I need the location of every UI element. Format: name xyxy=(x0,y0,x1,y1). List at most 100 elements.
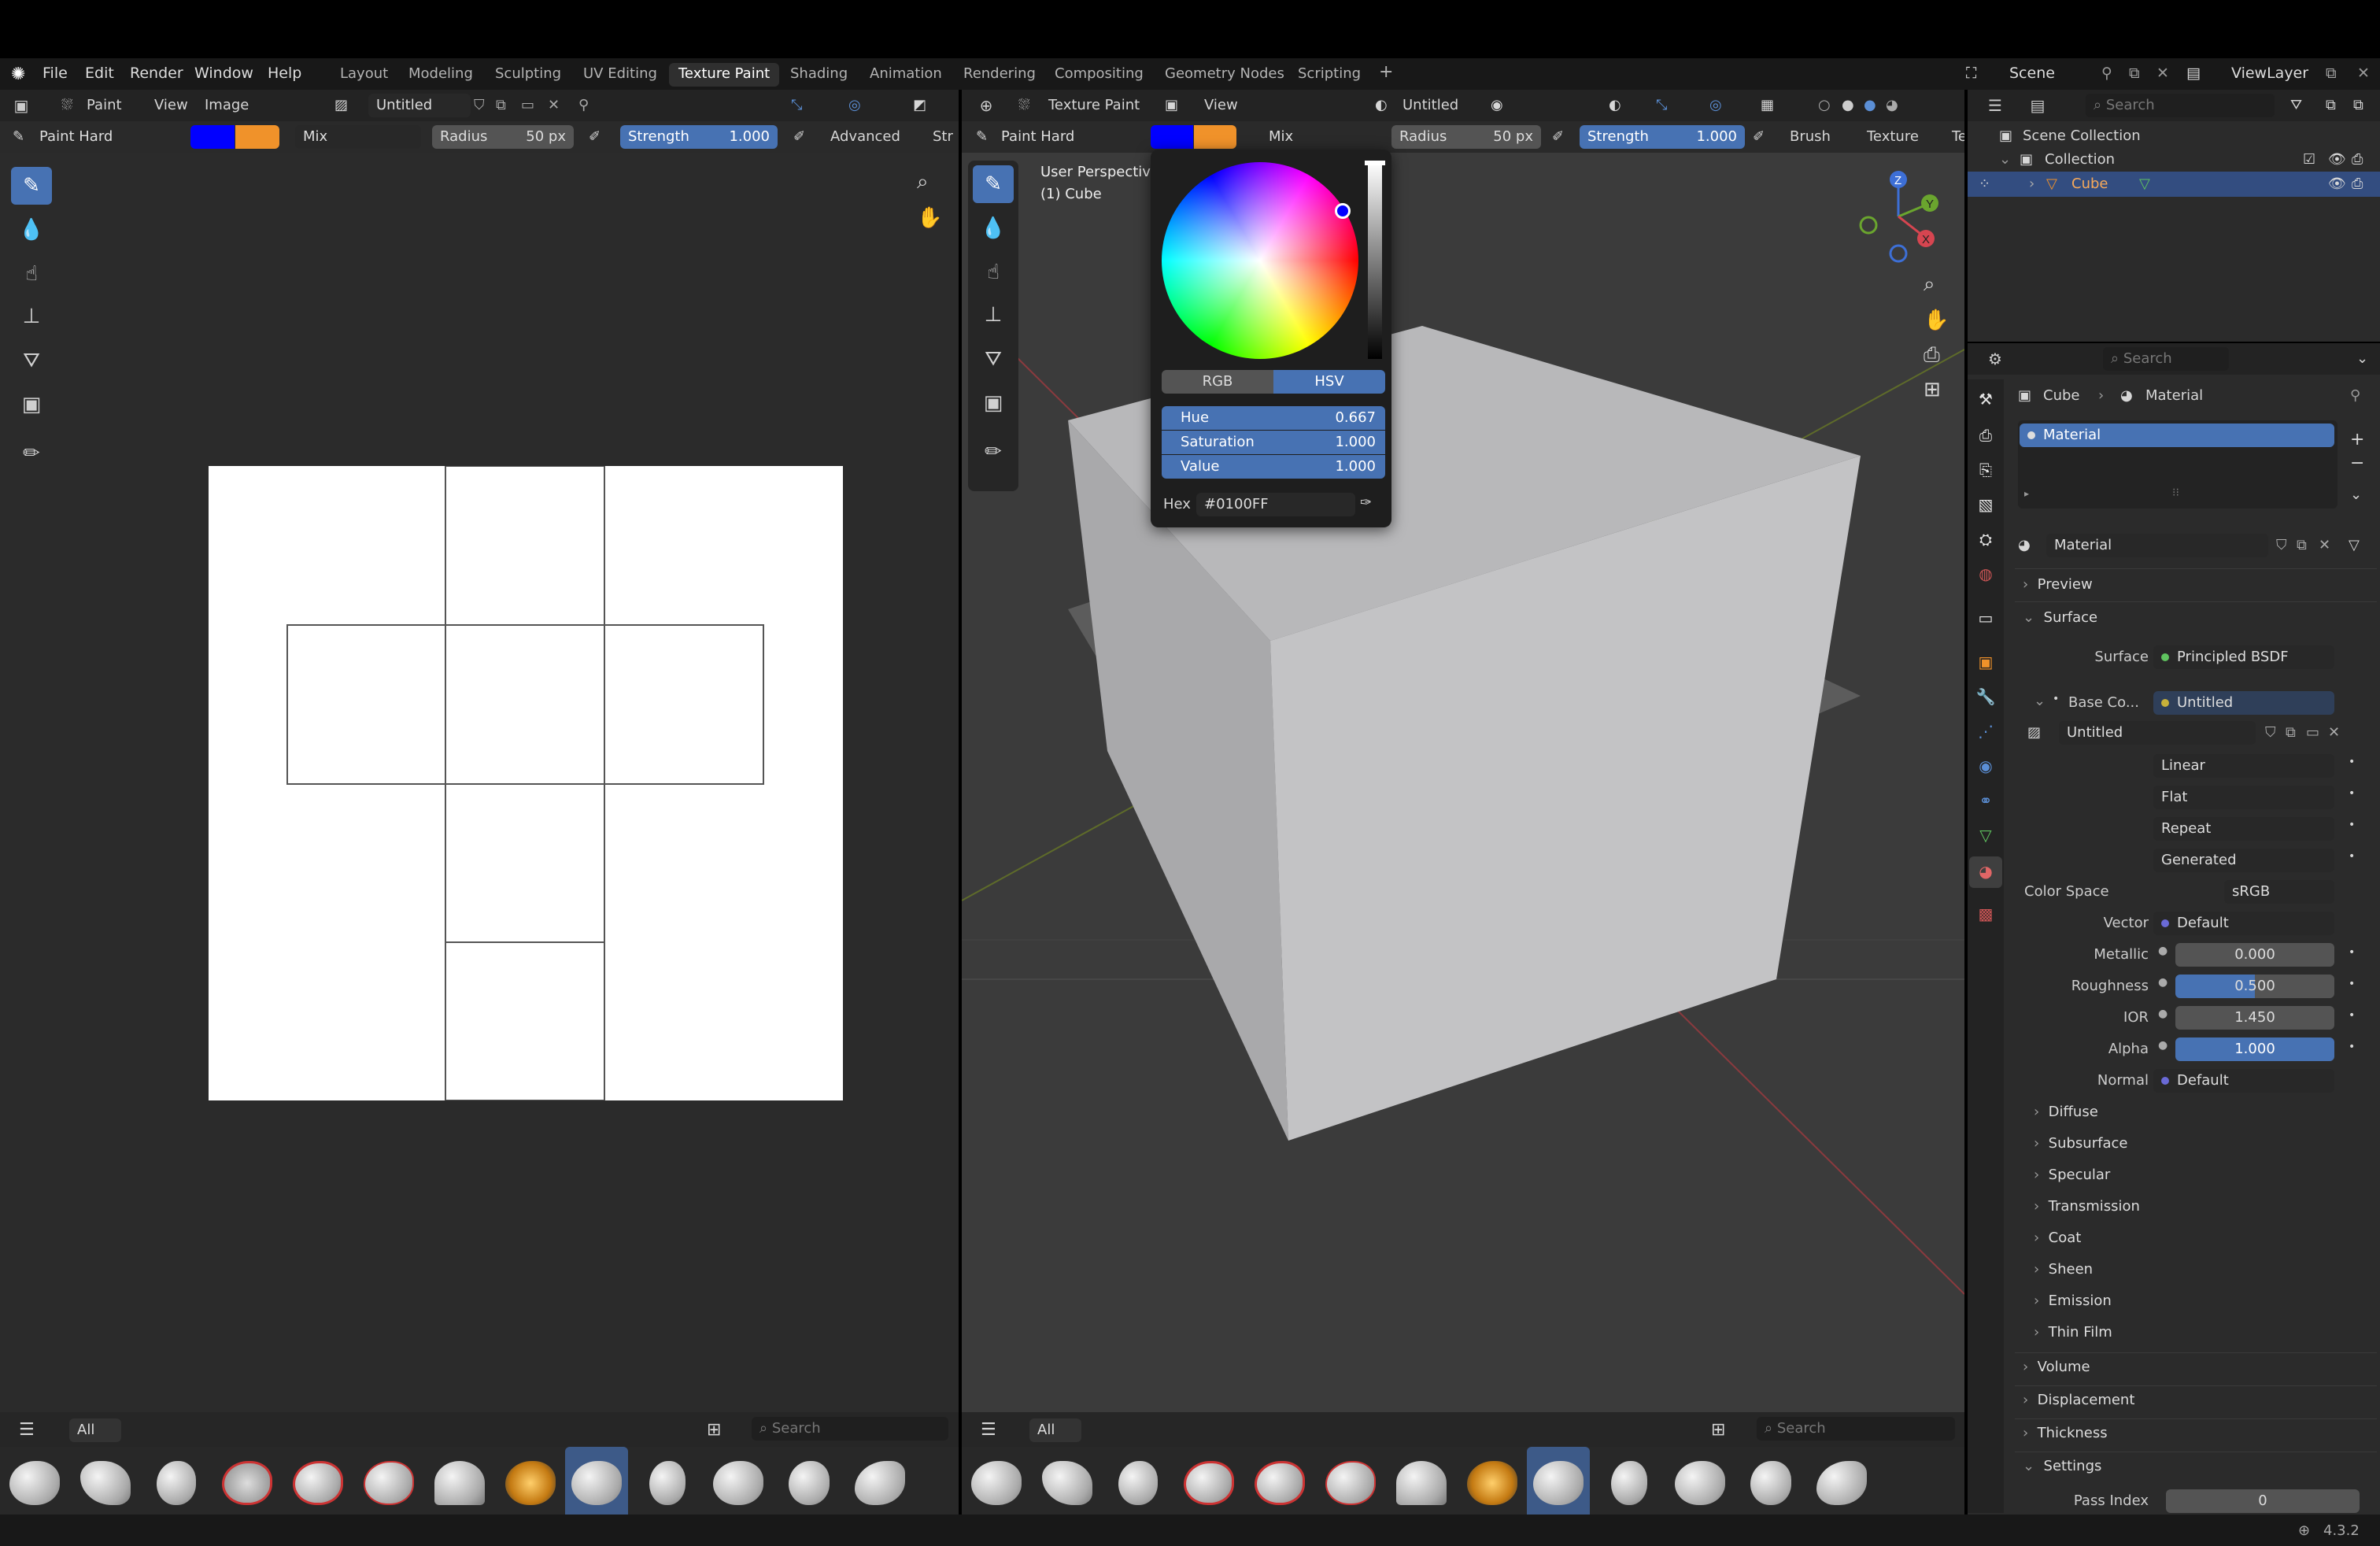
annotate-tool-icon[interactable]: ✏ xyxy=(973,433,1014,471)
tab-modeling[interactable]: Modeling xyxy=(399,63,482,87)
primary-color-swatch[interactable] xyxy=(1151,125,1193,149)
blender-logo-icon[interactable]: ✺ xyxy=(11,65,25,84)
expand-arrow-icon[interactable]: ▸ xyxy=(2024,488,2029,499)
unlink-image-icon[interactable]: ✕ xyxy=(548,97,560,113)
mode-selector[interactable]: Texture Paint xyxy=(1048,97,1140,113)
render-camera-icon[interactable]: ⎙ xyxy=(2352,151,2363,168)
material-slot-row[interactable]: Material xyxy=(2020,423,2334,447)
outliner-row-cube[interactable]: ⁘ › ▽ Cube ▽ 👁 ⎙ xyxy=(1968,172,2380,197)
menu-help[interactable]: Help xyxy=(268,65,301,82)
keyframe-dot-icon[interactable]: • xyxy=(2349,1009,2355,1022)
draw-tool-icon[interactable]: ✎ xyxy=(973,165,1014,203)
texture-menu[interactable]: Texture xyxy=(1867,128,1919,145)
rendered-shading-icon[interactable]: ◕ xyxy=(1886,97,1898,113)
saturation-field[interactable]: Saturation 1.000 xyxy=(1162,431,1385,454)
surface-shader-field[interactable]: Principled BSDF xyxy=(2153,645,2334,669)
visibility-icon[interactable]: ◐ xyxy=(1609,97,1621,113)
remove-slot-button[interactable]: − xyxy=(2350,453,2364,473)
collapse-arrow-icon[interactable]: ⌄ xyxy=(2034,693,2046,709)
strength-pressure-icon[interactable]: ✐ xyxy=(1753,128,1765,145)
brush-thumb[interactable] xyxy=(965,1447,1028,1519)
brush-thumb[interactable] xyxy=(3,1447,66,1519)
source-dropdown[interactable]: Generated xyxy=(2153,849,2334,872)
filter-icon[interactable]: ⛛ xyxy=(2290,97,2302,113)
material-shading-icon[interactable]: ● xyxy=(1864,97,1876,113)
modifier-tab-icon[interactable]: 🔧 xyxy=(1974,685,1998,708)
menu-file[interactable]: File xyxy=(42,65,68,82)
keyframe-dot-icon[interactable]: • xyxy=(2349,1041,2355,1053)
collection-tab-icon[interactable]: ▭ xyxy=(1974,606,1998,630)
tab-rendering[interactable]: Rendering xyxy=(954,63,1045,87)
material-name-field[interactable]: Material xyxy=(2046,534,2268,557)
overlay-toggle-icon[interactable]: ◎ xyxy=(848,97,861,113)
brush-thumb[interactable] xyxy=(636,1447,699,1519)
subpanel-transmission[interactable]: › Transmission xyxy=(2034,1198,2140,1215)
image-canvas[interactable] xyxy=(209,465,843,1101)
editor-type-icon[interactable]: ⊕ xyxy=(973,94,1000,117)
render-tab-icon[interactable]: ⎙ xyxy=(1974,423,1998,447)
subpanel-thin-film[interactable]: › Thin Film xyxy=(2034,1324,2112,1341)
brush-thumb[interactable] xyxy=(216,1447,279,1519)
shelf-catalog-all[interactable]: All xyxy=(1029,1418,1081,1442)
settings-panel-header[interactable]: ⌄ Settings xyxy=(2023,1458,2101,1474)
subpanel-coat[interactable]: › Coat xyxy=(2034,1230,2081,1246)
brush-thumb[interactable] xyxy=(1461,1447,1524,1519)
tab-sculpting[interactable]: Sculpting xyxy=(486,63,571,87)
view-layer-tab-icon[interactable]: ▧ xyxy=(1974,493,1998,516)
subpanel-specular[interactable]: › Specular xyxy=(2034,1167,2110,1183)
mask-toggle-icon[interactable]: ▣ xyxy=(1165,97,1178,113)
fill-tool-icon[interactable]: ⛛ xyxy=(11,342,52,379)
base-color-field[interactable]: Untitled xyxy=(2153,691,2334,715)
rgb-mode-tab[interactable]: RGB xyxy=(1162,370,1273,394)
object-tab-icon[interactable]: ▣ xyxy=(1974,650,1998,674)
menu-window[interactable]: Window xyxy=(194,65,253,82)
value-slider[interactable] xyxy=(1368,162,1382,359)
viewport-scene[interactable] xyxy=(962,153,1964,1412)
pass-index-field[interactable]: 0 xyxy=(2166,1489,2360,1513)
brush-thumb[interactable] xyxy=(74,1447,137,1519)
brush-thumb[interactable] xyxy=(1177,1447,1240,1519)
delete-view-layer-icon[interactable]: ✕ xyxy=(2357,65,2370,82)
unlink-material-icon[interactable]: ✕ xyxy=(2319,537,2330,553)
pan-hand-icon[interactable]: ✋ xyxy=(917,206,942,230)
view-layer-selector[interactable]: ViewLayer xyxy=(2231,65,2308,82)
list-resize-grip-icon[interactable]: ⁝⁝ xyxy=(2172,486,2179,499)
subpanel-sheen[interactable]: › Sheen xyxy=(2034,1261,2093,1278)
data-tab-icon[interactable]: ▽ xyxy=(1974,823,1998,847)
pin-icon[interactable]: ⚲ xyxy=(2101,65,2112,82)
value-slider-handle[interactable] xyxy=(1365,161,1385,165)
brush-thumb[interactable] xyxy=(1390,1447,1453,1519)
mask-tool-icon[interactable]: ▣ xyxy=(973,384,1014,422)
solid-shading-icon[interactable]: ● xyxy=(1842,97,1854,113)
texture-mask-menu[interactable]: Te xyxy=(1952,128,1964,145)
strength-field[interactable]: Strength 1.000 xyxy=(1580,125,1745,149)
constraints-tab-icon[interactable]: ⚭ xyxy=(1974,789,1998,812)
smear-tool-icon[interactable]: ☝ xyxy=(973,253,1014,291)
thickness-panel-header[interactable]: › Thickness xyxy=(2023,1425,2108,1441)
fake-user-icon[interactable]: ⛉ xyxy=(474,97,485,113)
add-slot-button[interactable]: + xyxy=(2350,430,2364,449)
open-image-icon[interactable]: ▭ xyxy=(521,97,534,113)
brush-thumb[interactable] xyxy=(428,1447,491,1519)
properties-search-field[interactable]: ⌕ Search xyxy=(2103,347,2229,371)
editor-type-icon[interactable]: ⚙ xyxy=(1982,347,2009,371)
unlink-image-icon[interactable]: ✕ xyxy=(2328,724,2340,741)
subpanel-subsurface[interactable]: › Subsurface xyxy=(2034,1135,2127,1152)
tab-layout[interactable]: Layout xyxy=(331,63,397,87)
shelf-menu-icon[interactable]: ☰ xyxy=(19,1420,35,1440)
projection-dropdown[interactable]: Flat xyxy=(2153,786,2334,809)
mode-selector[interactable]: Paint xyxy=(87,97,122,113)
shelf-menu-icon[interactable]: ☰ xyxy=(981,1420,996,1440)
object-label[interactable]: Cube xyxy=(2071,176,2108,192)
display-channels-icon[interactable]: ◩ xyxy=(913,97,926,113)
wireframe-shading-icon[interactable]: ○ xyxy=(1818,97,1831,113)
menu-image[interactable]: Image xyxy=(205,97,249,113)
image-name-field[interactable]: Untitled xyxy=(2059,721,2256,745)
extension-dropdown[interactable]: Repeat xyxy=(2153,817,2334,841)
metallic-field[interactable]: 0.000 xyxy=(2175,943,2334,967)
mask-tool-icon[interactable]: ▣ xyxy=(11,386,52,423)
world-tab-icon[interactable]: ◍ xyxy=(1974,562,1998,586)
brush-thumb-active[interactable] xyxy=(1527,1447,1590,1519)
hex-input[interactable]: #0100FF xyxy=(1196,493,1355,516)
image-browse-icon[interactable]: ▨ xyxy=(2027,724,2041,741)
